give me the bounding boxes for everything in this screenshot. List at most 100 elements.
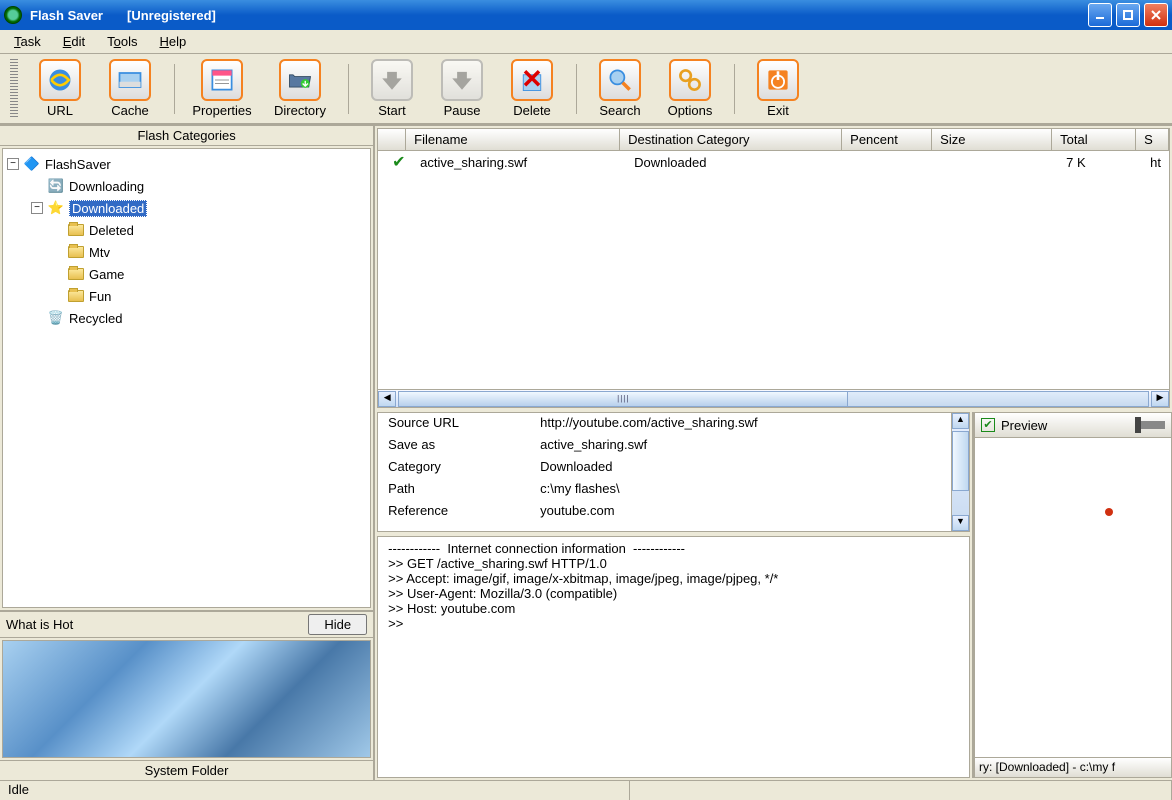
hot-title: What is Hot [6,617,73,632]
scroll-down-button[interactable]: ▼ [952,515,969,531]
preview-checkbox[interactable]: ✔ [981,418,995,432]
col-filename[interactable]: Filename [406,129,620,150]
file-dest-cell: Downloaded [626,155,848,170]
start-icon [371,59,413,101]
label-save: Save as [378,435,530,457]
label-path: Path [378,479,530,501]
check-icon: ✔ [384,152,412,172]
preview-panel: ✔ Preview ry: [Downloaded] - c:\my f [972,412,1172,778]
scroll-up-button[interactable]: ▲ [952,413,969,429]
menu-help[interactable]: Help [156,32,205,51]
value-save: active_sharing.swf [530,435,951,457]
flash-icon: 🔷 [23,156,41,172]
pause-button: Pause [430,59,494,118]
file-list-header: Filename Destination Category Pencent Si… [378,129,1169,151]
file-list-area: Filename Destination Category Pencent Si… [377,128,1170,408]
tree-downloading[interactable]: 🔄 Downloading [7,175,366,197]
col-dest[interactable]: Destination Category [620,129,842,150]
menu-edit[interactable]: Edit [59,32,103,51]
col-size[interactable]: Size [932,129,1052,150]
value-reference: youtube.com [530,501,951,523]
file-list[interactable]: ✔ active_sharing.swf Downloaded 7 K ht [378,151,1169,389]
url-button[interactable]: URL [28,59,92,118]
collapse-icon[interactable]: − [7,158,19,170]
log-panel[interactable]: ------------ Internet connection informa… [377,536,970,778]
collapse-icon[interactable]: − [31,202,43,214]
preview-footer: ry: [Downloaded] - c:\my f [974,758,1172,778]
folder-icon [67,244,85,260]
hot-image[interactable] [2,640,371,758]
toolbar: URL Cache Properties Directory Start Pau… [0,54,1172,124]
detail-labels: Source URL Save as Category Path Referen… [378,413,530,531]
exit-button[interactable]: Exit [746,59,810,118]
tree-mtv[interactable]: Mtv [7,241,366,263]
delete-button[interactable]: Delete [500,59,564,118]
file-row[interactable]: ✔ active_sharing.swf Downloaded 7 K ht [378,151,1169,173]
cache-button[interactable]: Cache [98,59,162,118]
label-reference: Reference [378,501,530,523]
maximize-button[interactable] [1116,3,1140,27]
close-button[interactable] [1144,3,1168,27]
status-right [630,781,1172,800]
folder-icon [67,288,85,304]
h-scrollbar[interactable]: ◀ |||| ▶ [378,389,1169,407]
hot-footer: System Folder [0,760,373,780]
delete-icon [511,59,553,101]
scroll-right-button[interactable]: ▶ [1151,391,1169,407]
col-percent[interactable]: Pencent [842,129,932,150]
col-s[interactable]: S [1136,129,1169,150]
directory-button[interactable]: Directory [264,59,336,118]
folder-open-icon [279,59,321,101]
ie-icon [39,59,81,101]
scroll-thumb[interactable] [952,431,969,491]
tree-deleted[interactable]: Deleted [7,219,366,241]
tree-recycled[interactable]: 🗑️ Recycled [7,307,366,329]
v-scrollbar[interactable]: ▲ ▼ [951,413,969,531]
details-panel: Source URL Save as Category Path Referen… [377,412,970,532]
menu-tools[interactable]: Tools [103,32,155,51]
recycle-icon: 🗑️ [47,310,65,326]
properties-icon [201,59,243,101]
file-total-cell: 7 K [1058,155,1142,170]
preview-dot [1105,508,1113,516]
file-name-cell: active_sharing.swf [412,155,626,170]
options-button[interactable]: Options [658,59,722,118]
col-total[interactable]: Total [1052,129,1136,150]
gear-icon [669,59,711,101]
star-folder-icon: ⭐ [47,200,65,216]
menubar: Task Edit Tools Help [0,30,1172,54]
search-icon [599,59,641,101]
preview-area[interactable] [974,438,1172,758]
hide-button[interactable]: Hide [308,614,367,635]
scroll-left-button[interactable]: ◀ [378,391,396,407]
app-title: Flash Saver [30,8,103,23]
menu-task[interactable]: Task [10,32,59,51]
tree-downloaded[interactable]: − ⭐ Downloaded [7,197,366,219]
app-icon [4,6,22,24]
drive-icon [109,59,151,101]
status-idle: Idle [0,781,630,800]
scroll-track[interactable]: |||| [398,391,1149,407]
hot-panel: What is Hot Hide System Folder [0,610,373,780]
titlebar[interactable]: Flash Saver [Unregistered] [0,0,1172,30]
preview-slider[interactable] [1135,421,1165,429]
start-button: Start [360,59,424,118]
detail-values: http://youtube.com/active_sharing.swf ac… [530,413,951,531]
tree-root[interactable]: − 🔷 FlashSaver [7,153,366,175]
reg-status: [Unregistered] [127,8,216,23]
tree-fun[interactable]: Fun [7,285,366,307]
preview-label: Preview [1001,418,1047,433]
power-icon [757,59,799,101]
properties-button[interactable]: Properties [186,59,258,118]
minimize-button[interactable] [1088,3,1112,27]
scroll-thumb[interactable]: |||| [399,392,848,406]
label-source: Source URL [378,413,530,435]
toolbar-grip[interactable] [10,59,18,119]
value-path: c:\my flashes\ [530,479,951,501]
category-tree[interactable]: − 🔷 FlashSaver 🔄 Downloading − ⭐ Downloa… [2,148,371,608]
folder-icon [67,266,85,282]
tree-game[interactable]: Game [7,263,366,285]
file-s-cell: ht [1142,155,1169,170]
col-check[interactable] [378,129,406,150]
search-button[interactable]: Search [588,59,652,118]
